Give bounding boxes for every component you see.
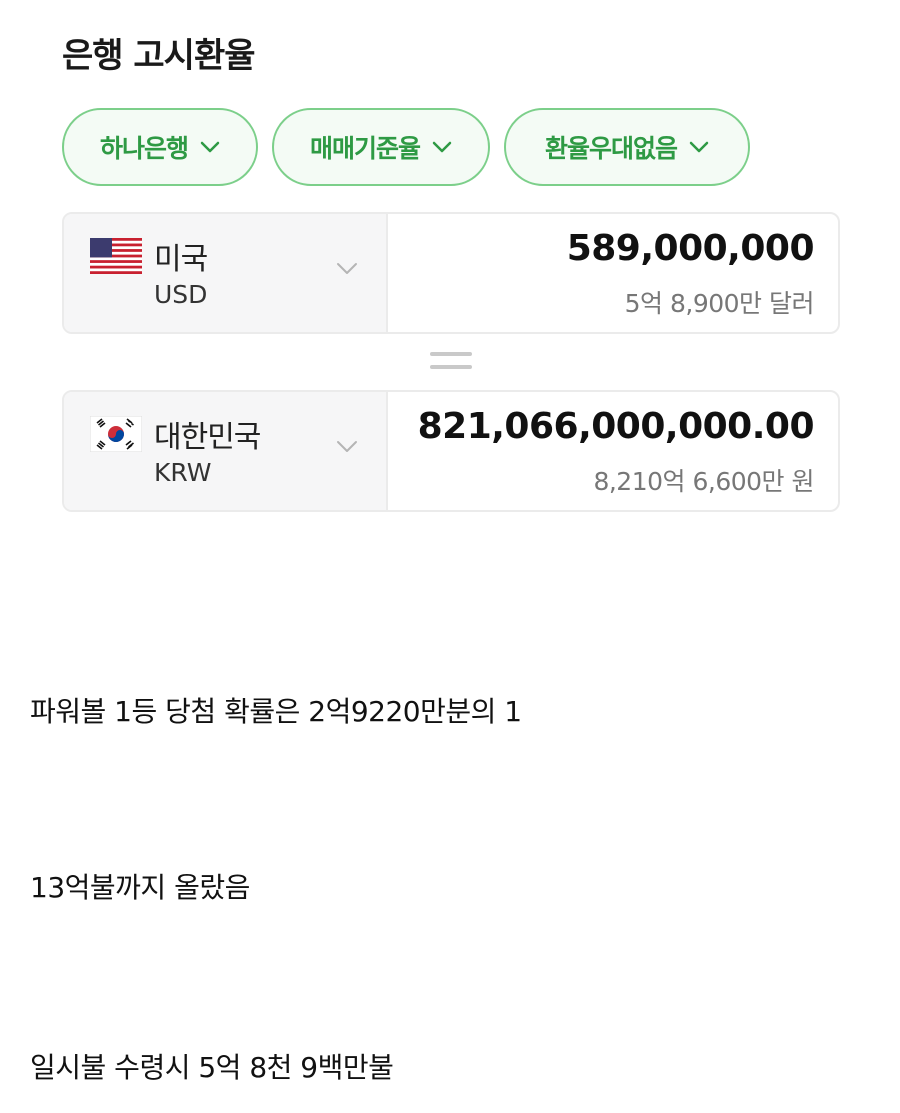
post-text-line: 일시불 수령시 5억 8천 9백만불 [30, 1051, 394, 1084]
preferential-rate-filter-label: 환율우대없음 [544, 134, 678, 163]
kr-flag-icon [90, 416, 142, 452]
preferential-rate-filter-button[interactable]: 환율우대없음 [504, 108, 750, 186]
to-amount-words: 8,210억 6,600만 원 [593, 467, 814, 496]
from-amount-value: 589,000,000 [566, 228, 815, 269]
from-currency-row: 미국 USD 589,000,000 5억 8,900만 달러 [62, 212, 840, 334]
rate-type-filter-label: 매매기준율 [309, 134, 421, 163]
to-amount-value: 821,066,000,000.00 [417, 406, 815, 447]
from-amount-field[interactable]: 589,000,000 5억 8,900만 달러 [388, 214, 838, 332]
from-currency-code: USD [154, 280, 208, 309]
post-text-line: 13억불까지 올랐음 [30, 871, 250, 904]
from-amount-words: 5억 8,900만 달러 [624, 289, 815, 318]
to-currency-code: KRW [154, 458, 212, 487]
rate-type-filter-button[interactable]: 매매기준율 [272, 108, 490, 186]
post-text-line: 파워볼 1등 당첨 확률은 2억9220만분의 1 [30, 695, 522, 728]
from-country-name: 미국 [154, 242, 208, 277]
widget-title: 은행 고시환율 [62, 36, 256, 76]
chevron-down-icon [432, 141, 452, 153]
from-currency-select[interactable]: 미국 USD [64, 214, 388, 332]
chevron-down-icon [689, 141, 709, 153]
to-country-name: 대한민국 [154, 420, 261, 455]
equals-icon [430, 352, 472, 374]
bank-filter-button[interactable]: 하나은행 [62, 108, 258, 186]
chevron-down-icon [336, 438, 358, 457]
chevron-down-icon [336, 260, 358, 279]
bank-filter-label: 하나은행 [99, 134, 189, 163]
to-currency-row: 대한민국 KRW 821,066,000,000.00 8,210억 6,600… [62, 390, 840, 512]
filter-bar: 하나은행 매매기준율 환율우대없음 [62, 108, 750, 186]
chevron-down-icon [200, 141, 220, 153]
to-currency-select[interactable]: 대한민국 KRW [64, 392, 388, 510]
us-flag-icon [90, 238, 142, 274]
to-amount-field[interactable]: 821,066,000,000.00 8,210억 6,600만 원 [388, 392, 838, 510]
